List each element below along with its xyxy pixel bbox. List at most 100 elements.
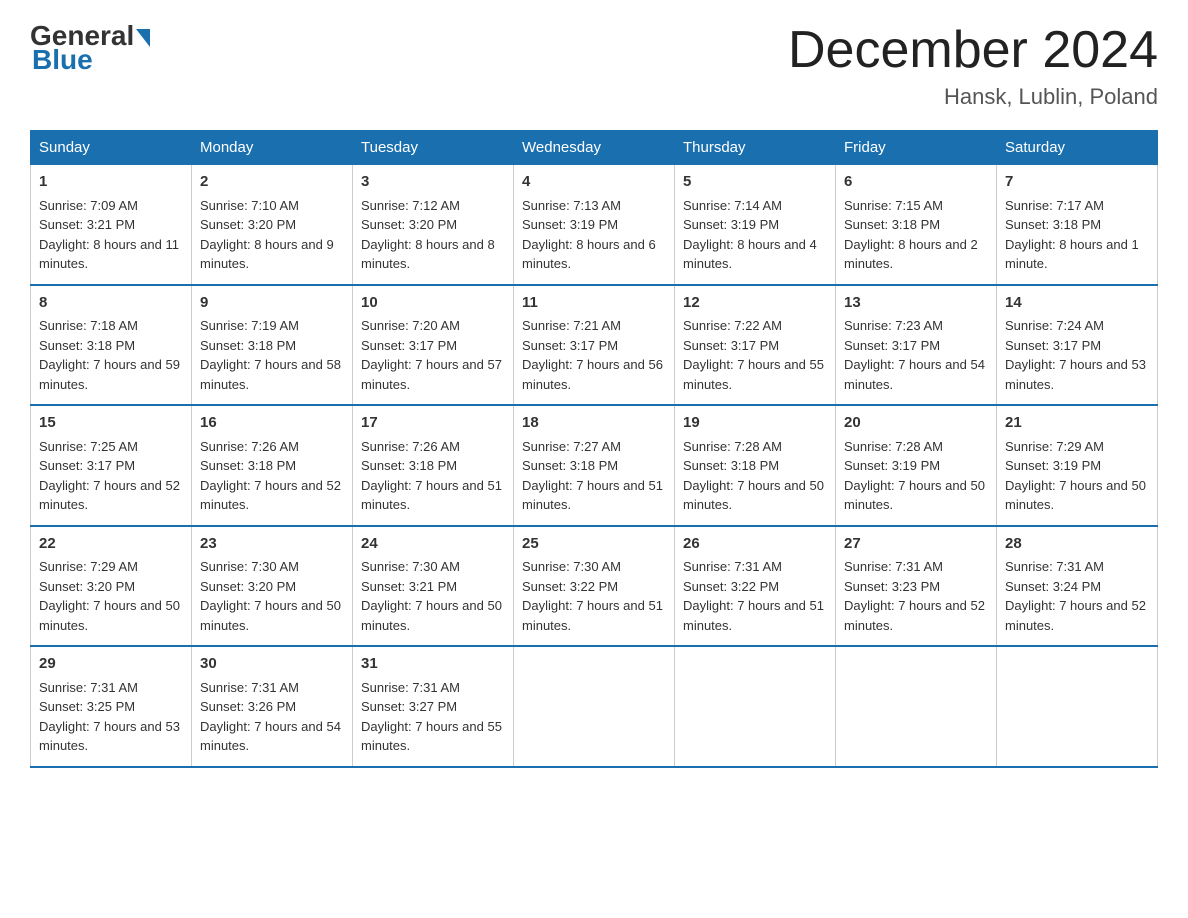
- day-info: Sunrise: 7:23 AM Sunset: 3:17 PM Dayligh…: [844, 318, 985, 392]
- calendar-cell: 29 Sunrise: 7:31 AM Sunset: 3:25 PM Dayl…: [31, 646, 192, 767]
- day-info: Sunrise: 7:28 AM Sunset: 3:18 PM Dayligh…: [683, 439, 824, 513]
- day-info: Sunrise: 7:30 AM Sunset: 3:22 PM Dayligh…: [522, 559, 663, 633]
- day-number: 25: [522, 533, 666, 556]
- day-number: 3: [361, 171, 505, 194]
- header-thursday: Thursday: [675, 131, 836, 165]
- day-info: Sunrise: 7:10 AM Sunset: 3:20 PM Dayligh…: [200, 198, 334, 272]
- calendar-cell: 23 Sunrise: 7:30 AM Sunset: 3:20 PM Dayl…: [192, 526, 353, 647]
- calendar-cell: 11 Sunrise: 7:21 AM Sunset: 3:17 PM Dayl…: [514, 285, 675, 406]
- day-info: Sunrise: 7:21 AM Sunset: 3:17 PM Dayligh…: [522, 318, 663, 392]
- day-info: Sunrise: 7:30 AM Sunset: 3:21 PM Dayligh…: [361, 559, 502, 633]
- calendar-cell: [514, 646, 675, 767]
- day-info: Sunrise: 7:18 AM Sunset: 3:18 PM Dayligh…: [39, 318, 180, 392]
- calendar-cell: 30 Sunrise: 7:31 AM Sunset: 3:26 PM Dayl…: [192, 646, 353, 767]
- day-number: 12: [683, 292, 827, 315]
- calendar-cell: 7 Sunrise: 7:17 AM Sunset: 3:18 PM Dayli…: [997, 165, 1158, 285]
- day-number: 19: [683, 412, 827, 435]
- day-info: Sunrise: 7:30 AM Sunset: 3:20 PM Dayligh…: [200, 559, 341, 633]
- day-info: Sunrise: 7:15 AM Sunset: 3:18 PM Dayligh…: [844, 198, 978, 272]
- day-info: Sunrise: 7:26 AM Sunset: 3:18 PM Dayligh…: [361, 439, 502, 513]
- calendar-cell: 4 Sunrise: 7:13 AM Sunset: 3:19 PM Dayli…: [514, 165, 675, 285]
- calendar-cell: 20 Sunrise: 7:28 AM Sunset: 3:19 PM Dayl…: [836, 405, 997, 526]
- calendar-cell: [675, 646, 836, 767]
- day-number: 6: [844, 171, 988, 194]
- calendar-cell: 21 Sunrise: 7:29 AM Sunset: 3:19 PM Dayl…: [997, 405, 1158, 526]
- day-info: Sunrise: 7:12 AM Sunset: 3:20 PM Dayligh…: [361, 198, 495, 272]
- day-number: 2: [200, 171, 344, 194]
- calendar-cell: 6 Sunrise: 7:15 AM Sunset: 3:18 PM Dayli…: [836, 165, 997, 285]
- header-tuesday: Tuesday: [353, 131, 514, 165]
- location-subtitle: Hansk, Lublin, Poland: [788, 84, 1158, 110]
- day-info: Sunrise: 7:27 AM Sunset: 3:18 PM Dayligh…: [522, 439, 663, 513]
- day-number: 8: [39, 292, 183, 315]
- calendar-cell: 10 Sunrise: 7:20 AM Sunset: 3:17 PM Dayl…: [353, 285, 514, 406]
- calendar-cell: [836, 646, 997, 767]
- day-info: Sunrise: 7:19 AM Sunset: 3:18 PM Dayligh…: [200, 318, 341, 392]
- calendar-table: Sunday Monday Tuesday Wednesday Thursday…: [30, 130, 1158, 768]
- calendar-cell: 19 Sunrise: 7:28 AM Sunset: 3:18 PM Dayl…: [675, 405, 836, 526]
- calendar-week-5: 29 Sunrise: 7:31 AM Sunset: 3:25 PM Dayl…: [31, 646, 1158, 767]
- calendar-cell: 26 Sunrise: 7:31 AM Sunset: 3:22 PM Dayl…: [675, 526, 836, 647]
- day-info: Sunrise: 7:28 AM Sunset: 3:19 PM Dayligh…: [844, 439, 985, 513]
- day-info: Sunrise: 7:09 AM Sunset: 3:21 PM Dayligh…: [39, 198, 179, 272]
- day-number: 13: [844, 292, 988, 315]
- header-friday: Friday: [836, 131, 997, 165]
- calendar-cell: 31 Sunrise: 7:31 AM Sunset: 3:27 PM Dayl…: [353, 646, 514, 767]
- header-wednesday: Wednesday: [514, 131, 675, 165]
- calendar-cell: 28 Sunrise: 7:31 AM Sunset: 3:24 PM Dayl…: [997, 526, 1158, 647]
- day-info: Sunrise: 7:22 AM Sunset: 3:17 PM Dayligh…: [683, 318, 824, 392]
- day-info: Sunrise: 7:17 AM Sunset: 3:18 PM Dayligh…: [1005, 198, 1139, 272]
- calendar-cell: 2 Sunrise: 7:10 AM Sunset: 3:20 PM Dayli…: [192, 165, 353, 285]
- day-number: 7: [1005, 171, 1149, 194]
- day-info: Sunrise: 7:20 AM Sunset: 3:17 PM Dayligh…: [361, 318, 502, 392]
- day-info: Sunrise: 7:31 AM Sunset: 3:23 PM Dayligh…: [844, 559, 985, 633]
- calendar-cell: 12 Sunrise: 7:22 AM Sunset: 3:17 PM Dayl…: [675, 285, 836, 406]
- day-number: 30: [200, 653, 344, 676]
- day-info: Sunrise: 7:31 AM Sunset: 3:25 PM Dayligh…: [39, 680, 180, 754]
- calendar-cell: 8 Sunrise: 7:18 AM Sunset: 3:18 PM Dayli…: [31, 285, 192, 406]
- calendar-week-2: 8 Sunrise: 7:18 AM Sunset: 3:18 PM Dayli…: [31, 285, 1158, 406]
- calendar-cell: [997, 646, 1158, 767]
- day-info: Sunrise: 7:31 AM Sunset: 3:26 PM Dayligh…: [200, 680, 341, 754]
- day-number: 23: [200, 533, 344, 556]
- day-number: 27: [844, 533, 988, 556]
- calendar-cell: 9 Sunrise: 7:19 AM Sunset: 3:18 PM Dayli…: [192, 285, 353, 406]
- day-info: Sunrise: 7:31 AM Sunset: 3:27 PM Dayligh…: [361, 680, 502, 754]
- day-number: 15: [39, 412, 183, 435]
- logo-arrow-icon: [136, 29, 150, 47]
- header-monday: Monday: [192, 131, 353, 165]
- logo: General Blue: [30, 20, 152, 76]
- calendar-cell: 18 Sunrise: 7:27 AM Sunset: 3:18 PM Dayl…: [514, 405, 675, 526]
- calendar-week-4: 22 Sunrise: 7:29 AM Sunset: 3:20 PM Dayl…: [31, 526, 1158, 647]
- calendar-cell: 17 Sunrise: 7:26 AM Sunset: 3:18 PM Dayl…: [353, 405, 514, 526]
- day-number: 9: [200, 292, 344, 315]
- day-number: 24: [361, 533, 505, 556]
- day-number: 26: [683, 533, 827, 556]
- calendar-cell: 25 Sunrise: 7:30 AM Sunset: 3:22 PM Dayl…: [514, 526, 675, 647]
- day-number: 5: [683, 171, 827, 194]
- day-info: Sunrise: 7:29 AM Sunset: 3:20 PM Dayligh…: [39, 559, 180, 633]
- day-info: Sunrise: 7:13 AM Sunset: 3:19 PM Dayligh…: [522, 198, 656, 272]
- header-sunday: Sunday: [31, 131, 192, 165]
- calendar-week-1: 1 Sunrise: 7:09 AM Sunset: 3:21 PM Dayli…: [31, 165, 1158, 285]
- day-number: 17: [361, 412, 505, 435]
- day-number: 31: [361, 653, 505, 676]
- day-number: 10: [361, 292, 505, 315]
- day-number: 29: [39, 653, 183, 676]
- calendar-cell: 15 Sunrise: 7:25 AM Sunset: 3:17 PM Dayl…: [31, 405, 192, 526]
- calendar-cell: 3 Sunrise: 7:12 AM Sunset: 3:20 PM Dayli…: [353, 165, 514, 285]
- calendar-cell: 14 Sunrise: 7:24 AM Sunset: 3:17 PM Dayl…: [997, 285, 1158, 406]
- day-number: 11: [522, 292, 666, 315]
- title-section: December 2024 Hansk, Lublin, Poland: [788, 20, 1158, 110]
- day-info: Sunrise: 7:29 AM Sunset: 3:19 PM Dayligh…: [1005, 439, 1146, 513]
- day-info: Sunrise: 7:14 AM Sunset: 3:19 PM Dayligh…: [683, 198, 817, 272]
- day-info: Sunrise: 7:31 AM Sunset: 3:22 PM Dayligh…: [683, 559, 824, 633]
- logo-blue-text: Blue: [32, 44, 93, 76]
- day-info: Sunrise: 7:26 AM Sunset: 3:18 PM Dayligh…: [200, 439, 341, 513]
- day-number: 14: [1005, 292, 1149, 315]
- day-number: 28: [1005, 533, 1149, 556]
- day-info: Sunrise: 7:24 AM Sunset: 3:17 PM Dayligh…: [1005, 318, 1146, 392]
- day-number: 16: [200, 412, 344, 435]
- day-number: 20: [844, 412, 988, 435]
- day-number: 4: [522, 171, 666, 194]
